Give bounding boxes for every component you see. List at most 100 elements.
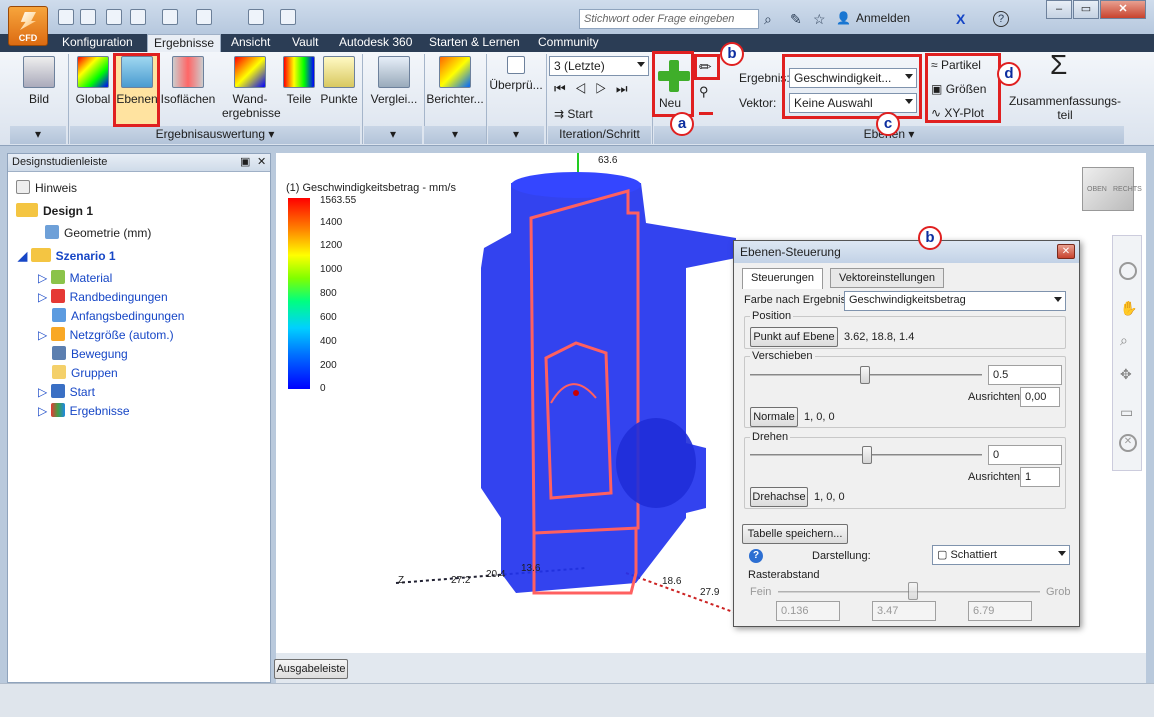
tabelle-speichern-button[interactable]: Tabelle speichern... (742, 524, 848, 544)
wand-label-1: Wand- (232, 92, 268, 106)
punkt-auf-ebene-button[interactable]: Punkt auf Ebene (750, 327, 838, 347)
tab-autodesk-360[interactable]: Autodesk 360 (333, 34, 418, 52)
tab-starten-lernen[interactable]: Starten & Lernen (423, 34, 526, 52)
berichter-button[interactable]: Berichter... (426, 56, 484, 126)
wandergebnisse-button[interactable]: Wand-ergebnisse (222, 56, 281, 126)
note-icon (16, 180, 30, 194)
global-button[interactable]: Global (72, 56, 114, 126)
tree-item-geometrie[interactable]: Geometrie (mm) (45, 225, 151, 240)
view-cube[interactable]: OBEN RECHTS (1082, 167, 1142, 211)
color-line-icon[interactable] (699, 112, 713, 115)
annotation-a: a (670, 112, 694, 136)
ausrichten-input-1[interactable]: 0,00 (1020, 387, 1060, 407)
tree-item-anfangsbedingungen[interactable]: Anfangsbedingungen (52, 308, 184, 323)
panel-berichter-expand[interactable]: ▾ (424, 126, 486, 144)
tab-konfiguration[interactable]: Konfiguration (56, 34, 139, 52)
output-bar-button[interactable]: Ausgabeleiste (274, 659, 348, 679)
legend-value: 1200 (320, 240, 343, 251)
view-mode-icon[interactable] (196, 9, 212, 25)
sign-in-link[interactable]: Anmelden (856, 11, 910, 25)
drehen-slider-thumb[interactable] (862, 446, 872, 464)
orbit-icon[interactable]: ✥ (1120, 366, 1132, 383)
tree-item-gruppen[interactable]: Gruppen (52, 365, 118, 380)
darstellung-select[interactable]: ▢ Schattiert (932, 545, 1070, 565)
isoflaechen-button[interactable]: Isoflächen (160, 56, 216, 126)
favorite-star-icon[interactable]: ☆ (813, 11, 826, 28)
vergleich-label: Verglei... (370, 92, 418, 106)
search-input[interactable]: Stichwort oder Frage eingeben (579, 9, 759, 29)
tree-item-szenario[interactable]: ◢ Szenario 1 (18, 248, 116, 263)
tree-item-design[interactable]: Design 1 (16, 203, 93, 218)
settings-icon[interactable] (280, 9, 296, 25)
tree-item-material[interactable]: ▷ Material (38, 270, 112, 285)
tab-ergebnisse[interactable]: Ergebnisse (147, 34, 222, 52)
ausrichten-label-2: Ausrichten (968, 471, 1020, 483)
pan-hand-icon[interactable]: ✋ (1120, 300, 1137, 317)
geometry-icon (45, 225, 59, 239)
look-at-icon[interactable]: ▭ (1120, 404, 1133, 421)
help-icon[interactable]: ? (749, 549, 763, 563)
steering-wheel-icon[interactable] (1119, 262, 1137, 280)
legend-value: 1563.55 (320, 195, 357, 206)
close-panel-icon[interactable]: ✕ (257, 155, 266, 168)
binoculars-icon[interactable]: ⌕ (764, 11, 772, 28)
normale-button[interactable]: Normale (750, 407, 798, 427)
iteration-select[interactable]: 3 (Letzte) (549, 56, 649, 76)
ueberpruefen-button[interactable]: Überprü... (488, 56, 544, 126)
start-step-button[interactable]: ⇉ Start (554, 107, 593, 121)
panel-vergleich-expand[interactable]: ▾ (364, 126, 422, 144)
tree-label: Anfangsbedingungen (71, 309, 185, 323)
close-button[interactable]: ✕ (1100, 0, 1146, 19)
tab-vektoreinstellungen[interactable]: Vektoreinstellungen (830, 268, 945, 288)
farbe-label: Farbe nach Ergebnis (744, 294, 847, 306)
punkte-button[interactable]: Punkte (318, 56, 360, 126)
verschieben-input[interactable]: 0.5 (988, 365, 1062, 385)
tree-item-netzgroesse[interactable]: ▷ Netzgröße (autom.) (38, 327, 174, 342)
pipette-icon[interactable]: ⚲ (699, 84, 709, 100)
tab-ansicht[interactable]: Ansicht (225, 34, 276, 52)
tree-item-bewegung[interactable]: Bewegung (52, 346, 128, 361)
teile-button[interactable]: Teile (282, 56, 316, 126)
tab-steuerungen[interactable]: Steuerungen (742, 268, 823, 289)
tab-vault[interactable]: Vault (286, 34, 324, 52)
exchange-x-icon[interactable]: X (956, 11, 965, 27)
look-icon[interactable]: ✕ (1119, 434, 1137, 452)
dialog-close-button[interactable]: ✕ (1057, 244, 1075, 259)
drehen-group-label: Drehen (750, 431, 791, 443)
application-menu-button[interactable]: CFD (8, 6, 48, 46)
bild-button[interactable]: Bild (14, 56, 64, 126)
tree-item-hinweis[interactable]: Hinweis (16, 180, 77, 195)
minimize-button[interactable]: – (1046, 0, 1072, 19)
open-folder-icon[interactable] (80, 9, 96, 25)
window-layout-icon[interactable] (248, 9, 264, 25)
farbe-select[interactable]: Geschwindigkeitsbetrag (844, 291, 1066, 311)
save-as-icon[interactable] (130, 9, 146, 25)
new-file-icon[interactable] (58, 9, 74, 25)
zusammenfassung-button[interactable]: Σ Zusammenfassungs-teil (1008, 51, 1122, 126)
legend-value: 800 (320, 288, 337, 299)
panel-ueberpruefen-expand[interactable]: ▾ (488, 126, 544, 144)
raster-slider-thumb[interactable] (908, 582, 918, 600)
verschieben-slider-thumb[interactable] (860, 366, 870, 384)
maximize-button[interactable]: ▭ (1073, 0, 1099, 19)
tree-label: Ergebnisse (69, 404, 130, 418)
float-panel-icon[interactable]: ▣ (240, 155, 250, 168)
help-icon[interactable]: ? (993, 11, 1009, 27)
save-icon[interactable] (106, 9, 122, 25)
tab-community[interactable]: Community (532, 34, 605, 52)
select-mode-icon[interactable] (162, 9, 178, 25)
ausrichten-input-2[interactable]: 1 (1020, 467, 1060, 487)
panel-bild-expand[interactable]: ▾ (10, 126, 66, 144)
zoom-icon[interactable]: ⌕ (1120, 332, 1128, 349)
tree-item-randbedingungen[interactable]: ▷ Randbedingungen (38, 289, 168, 304)
playback-controls[interactable]: ⏮◁▷⏭ (554, 81, 637, 97)
drehachse-button[interactable]: Drehachse (750, 487, 808, 507)
tree-item-ergebnisse[interactable]: ▷ Ergebnisse (38, 403, 130, 418)
global-results-icon (77, 56, 109, 88)
motion-icon (52, 346, 66, 360)
wrench-icon[interactable]: ✎ (790, 11, 802, 28)
drehen-input[interactable]: 0 (988, 445, 1062, 465)
vergleich-button[interactable]: Verglei... (366, 56, 422, 126)
isosurface-icon (172, 56, 204, 88)
tree-item-start[interactable]: ▷ Start (38, 384, 95, 399)
